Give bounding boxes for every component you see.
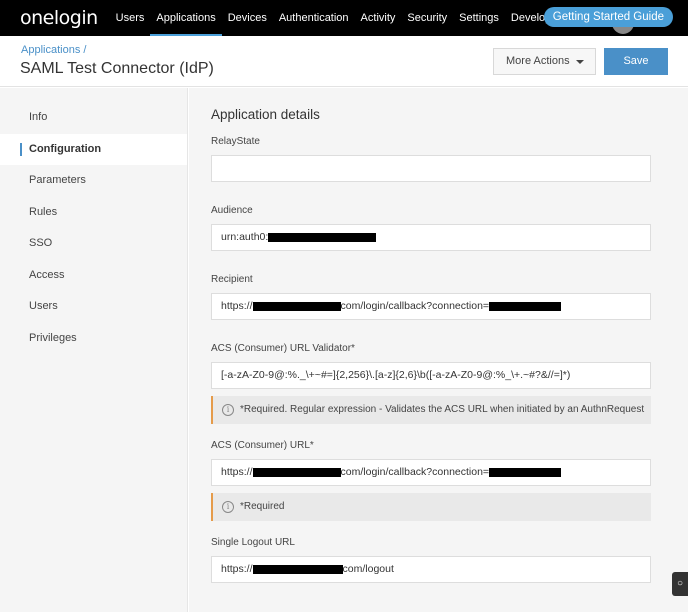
lightbulb-icon[interactable]: ○: [672, 572, 688, 596]
recipient-label: Recipient: [211, 274, 253, 285]
acs-url-note-text: *Required: [240, 501, 285, 512]
page-title: SAML Test Connector (IdP): [20, 60, 214, 77]
nav-devices[interactable]: Devices: [222, 0, 273, 36]
recipient-input[interactable]: https:// com/login/callback?connection=: [211, 293, 651, 320]
more-actions-button[interactable]: More Actions: [493, 48, 596, 75]
main-content: Application details RelayState Audience …: [189, 88, 688, 612]
onelogin-logo[interactable]: onelogin: [20, 7, 98, 29]
logout-suffix: com/logout: [342, 563, 394, 575]
acs-url-note: i *Required: [211, 493, 651, 521]
acs-url-label: ACS (Consumer) URL*: [211, 440, 314, 451]
sidebar-item-sso[interactable]: SSO: [0, 228, 187, 260]
relaystate-label: RelayState: [211, 136, 260, 147]
acs-url-middle: com/login/callback?connection=: [340, 466, 490, 478]
acs-url-prefix: https://: [221, 466, 253, 478]
acs-validator-input[interactable]: [-a-zA-Z0-9@:%._\+~#=]{2,256}\.[a-z]{2,6…: [211, 362, 651, 389]
sidebar-item-access[interactable]: Access: [0, 260, 187, 292]
breadcrumb[interactable]: Applications /: [21, 44, 86, 56]
sidebar-item-configuration[interactable]: Configuration: [0, 133, 187, 165]
sidebar-item-privileges[interactable]: Privileges: [0, 323, 187, 355]
recipient-prefix: https://: [221, 300, 253, 312]
nav-authentication[interactable]: Authentication: [273, 0, 355, 36]
logout-url-input[interactable]: https:// com/logout: [211, 556, 651, 583]
info-icon: i: [222, 501, 234, 513]
acs-url-input[interactable]: https:// com/login/callback?connection=: [211, 459, 651, 486]
acs-validator-note: i *Required. Regular expression - Validat…: [211, 396, 651, 424]
redacted-block: [489, 301, 562, 311]
redacted-block: [252, 301, 341, 311]
nav-settings[interactable]: Settings: [453, 0, 505, 36]
relaystate-input[interactable]: [211, 155, 651, 182]
sidebar: Info Configuration Parameters Rules SSO …: [0, 88, 188, 612]
sidebar-item-users[interactable]: Users: [0, 291, 187, 323]
getting-started-guide-button[interactable]: Getting Started Guide: [543, 7, 673, 27]
redacted-block: [252, 467, 341, 477]
info-icon: i: [222, 404, 234, 416]
more-actions-label: More Actions: [506, 55, 570, 67]
audience-prefix: urn:auth0:: [221, 231, 269, 243]
page-header: Applications / SAML Test Connector (IdP)…: [0, 36, 688, 87]
section-heading: Application details: [211, 107, 320, 122]
redacted-block: [489, 467, 562, 477]
audience-label: Audience: [211, 205, 253, 216]
acs-validator-label: ACS (Consumer) URL Validator*: [211, 343, 355, 354]
logout-url-label: Single Logout URL: [211, 537, 295, 548]
nav-users[interactable]: Users: [110, 0, 151, 36]
sidebar-item-parameters[interactable]: Parameters: [0, 165, 187, 197]
save-button[interactable]: Save: [604, 48, 668, 75]
recipient-middle: com/login/callback?connection=: [340, 300, 490, 312]
logout-prefix: https://: [221, 563, 253, 575]
redacted-block: [268, 232, 377, 242]
top-nav: onelogin Users Applications Devices Auth…: [0, 0, 688, 36]
nav-activity[interactable]: Activity: [355, 0, 402, 36]
redacted-block: [252, 564, 343, 574]
caret-down-icon: [576, 60, 584, 64]
sidebar-item-rules[interactable]: Rules: [0, 197, 187, 229]
nav-applications[interactable]: Applications: [150, 0, 223, 36]
nav-security[interactable]: Security: [401, 0, 453, 36]
sidebar-item-info[interactable]: Info: [0, 102, 187, 134]
acs-validator-note-text: *Required. Regular expression - Validate…: [240, 404, 645, 415]
audience-input[interactable]: urn:auth0:: [211, 224, 651, 251]
